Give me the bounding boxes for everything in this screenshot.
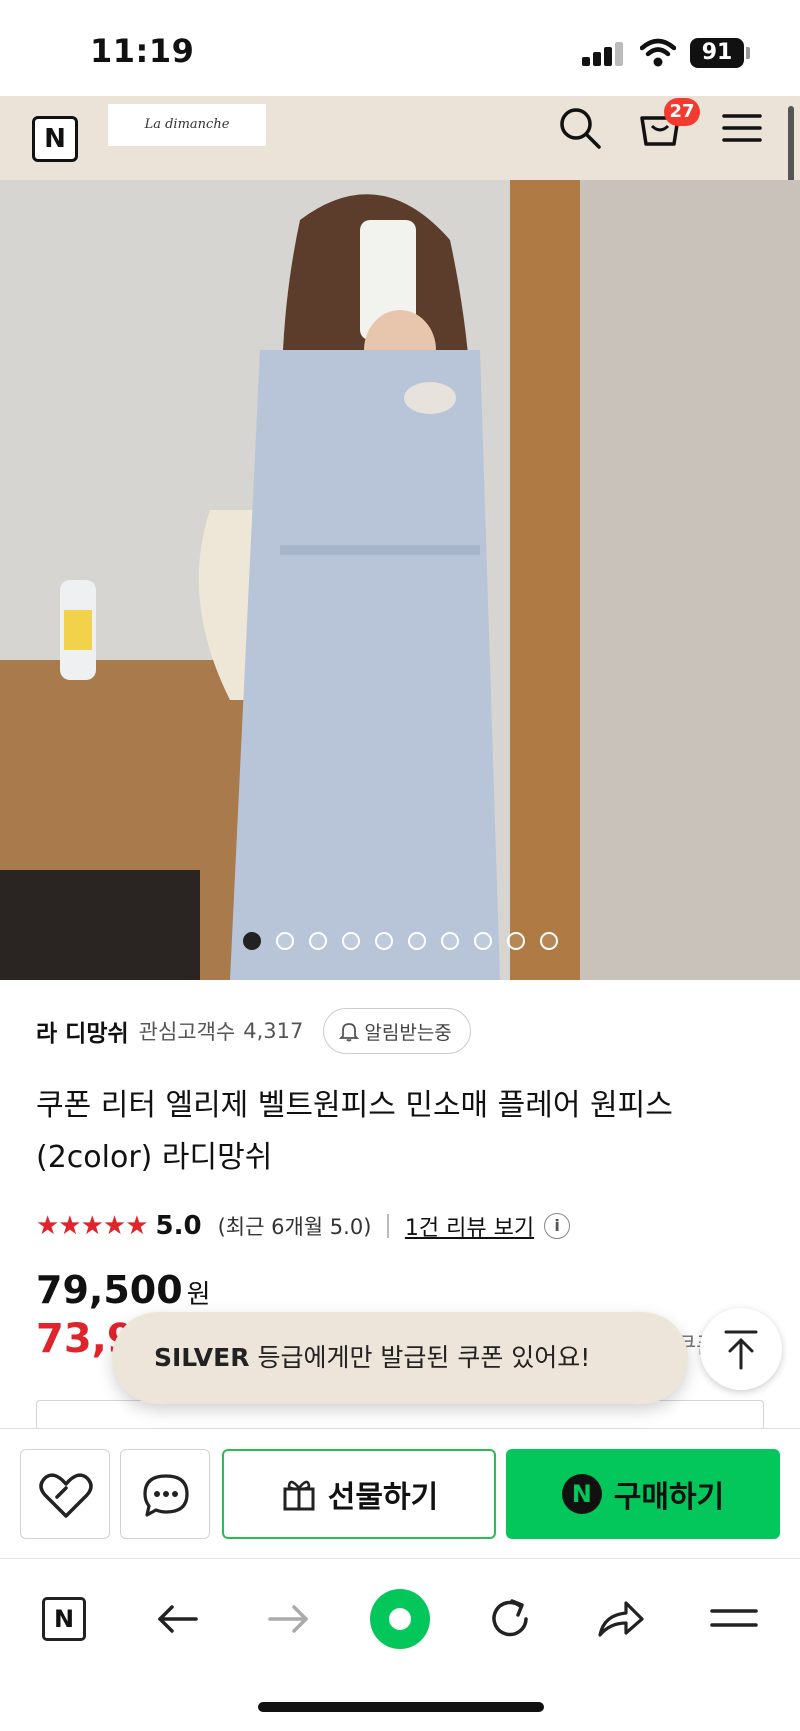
buy-button[interactable]: N 구매하기 (506, 1449, 780, 1539)
recent-rating: (최근 6개월 5.0) (217, 1215, 372, 1239)
product-photo (0, 180, 800, 980)
naver-logo-button[interactable]: N (32, 116, 78, 162)
green-dot-icon[interactable] (368, 1587, 432, 1651)
notify-button[interactable]: 알림받는중 (323, 1008, 471, 1054)
coupon-toast[interactable]: SILVER 등급에게만 발급된 쿠폰 있어요! (112, 1312, 688, 1404)
pagination-dot[interactable] (309, 932, 327, 950)
rating-value: 5.0 (155, 1211, 202, 1241)
gift-icon (283, 1480, 315, 1511)
pagination-dot[interactable] (540, 932, 558, 950)
signal-icon (582, 42, 626, 66)
forward-arrow-icon[interactable] (258, 1589, 318, 1649)
gift-button[interactable]: 선물하기 (222, 1449, 496, 1539)
status-bar: 11:19 91 (0, 0, 800, 96)
search-icon[interactable] (556, 104, 604, 152)
share-icon[interactable] (590, 1589, 650, 1649)
buy-label: 구매하기 (613, 1480, 725, 1515)
star-rating-icon: ★★★★★ (36, 1211, 149, 1241)
review-link[interactable]: 1건 리뷰 보기 (405, 1210, 534, 1242)
status-time: 11:19 (90, 32, 195, 70)
pagination-dot[interactable] (474, 932, 492, 950)
naver-pay-icon: N (561, 1474, 602, 1514)
purchase-bar: 선물하기 N 구매하기 (0, 1428, 800, 1558)
arrow-up-icon (724, 1330, 758, 1370)
naver-home-button[interactable]: N (42, 1597, 86, 1641)
wifi-icon (640, 38, 676, 67)
pagination-dot[interactable] (408, 932, 426, 950)
pagination-dot[interactable] (243, 932, 261, 950)
scroll-top-button[interactable] (700, 1308, 782, 1390)
membership-grade: SILVER (154, 1343, 250, 1372)
pagination-dot[interactable] (276, 932, 294, 950)
pagination-dot[interactable] (441, 932, 459, 950)
battery-icon: 91 (690, 38, 744, 68)
pagination-dot[interactable] (507, 932, 525, 950)
home-indicator[interactable] (258, 1702, 544, 1712)
seller-name[interactable]: 라 디망쉬 (36, 1014, 129, 1048)
store-header: N La dimanche 27 (0, 96, 800, 180)
menu-icon[interactable] (704, 1589, 764, 1649)
original-price-value: 79,500 (36, 1268, 183, 1312)
brand-logo[interactable]: La dimanche (108, 104, 266, 146)
rating-row: ★★★★★ 5.0 (최근 6개월 5.0) 1건 리뷰 보기 i (36, 1206, 571, 1246)
gift-label: 선물하기 (327, 1480, 439, 1515)
pagination-dot[interactable] (375, 932, 393, 950)
menu-icon[interactable] (718, 104, 766, 152)
back-arrow-icon[interactable] (148, 1589, 208, 1649)
divider (387, 1214, 389, 1238)
product-image[interactable] (0, 180, 800, 980)
bell-icon (339, 1023, 360, 1042)
refresh-icon[interactable] (480, 1589, 540, 1649)
pagination-dot[interactable] (342, 932, 360, 950)
battery-tip (746, 47, 750, 59)
cart-count-badge: 27 (664, 98, 700, 126)
chat-bubble-icon (143, 1474, 189, 1517)
wishlist-button[interactable] (20, 1449, 110, 1539)
currency-label: 원 (186, 1280, 211, 1310)
follower-count: 4,317 (243, 1019, 304, 1043)
talk-button[interactable] (120, 1449, 210, 1539)
original-price: 79,500 원 (36, 1268, 211, 1312)
notify-label: 알림받는중 (364, 1021, 452, 1044)
heart-icon (39, 1473, 93, 1518)
coupon-message: 등급에게만 발급된 쿠폰 있어요! (257, 1343, 591, 1372)
follower-label: 관심고객수 (138, 1020, 236, 1044)
image-pagination (0, 932, 800, 956)
seller-row: 라 디망쉬 관심고객수 4,317 알림받는중 (36, 1006, 471, 1056)
product-title: 쿠폰 리터 엘리제 벨트원피스 민소매 플레어 원피스 (2color) 라디망… (36, 1088, 673, 1175)
info-icon[interactable]: i (544, 1213, 571, 1239)
